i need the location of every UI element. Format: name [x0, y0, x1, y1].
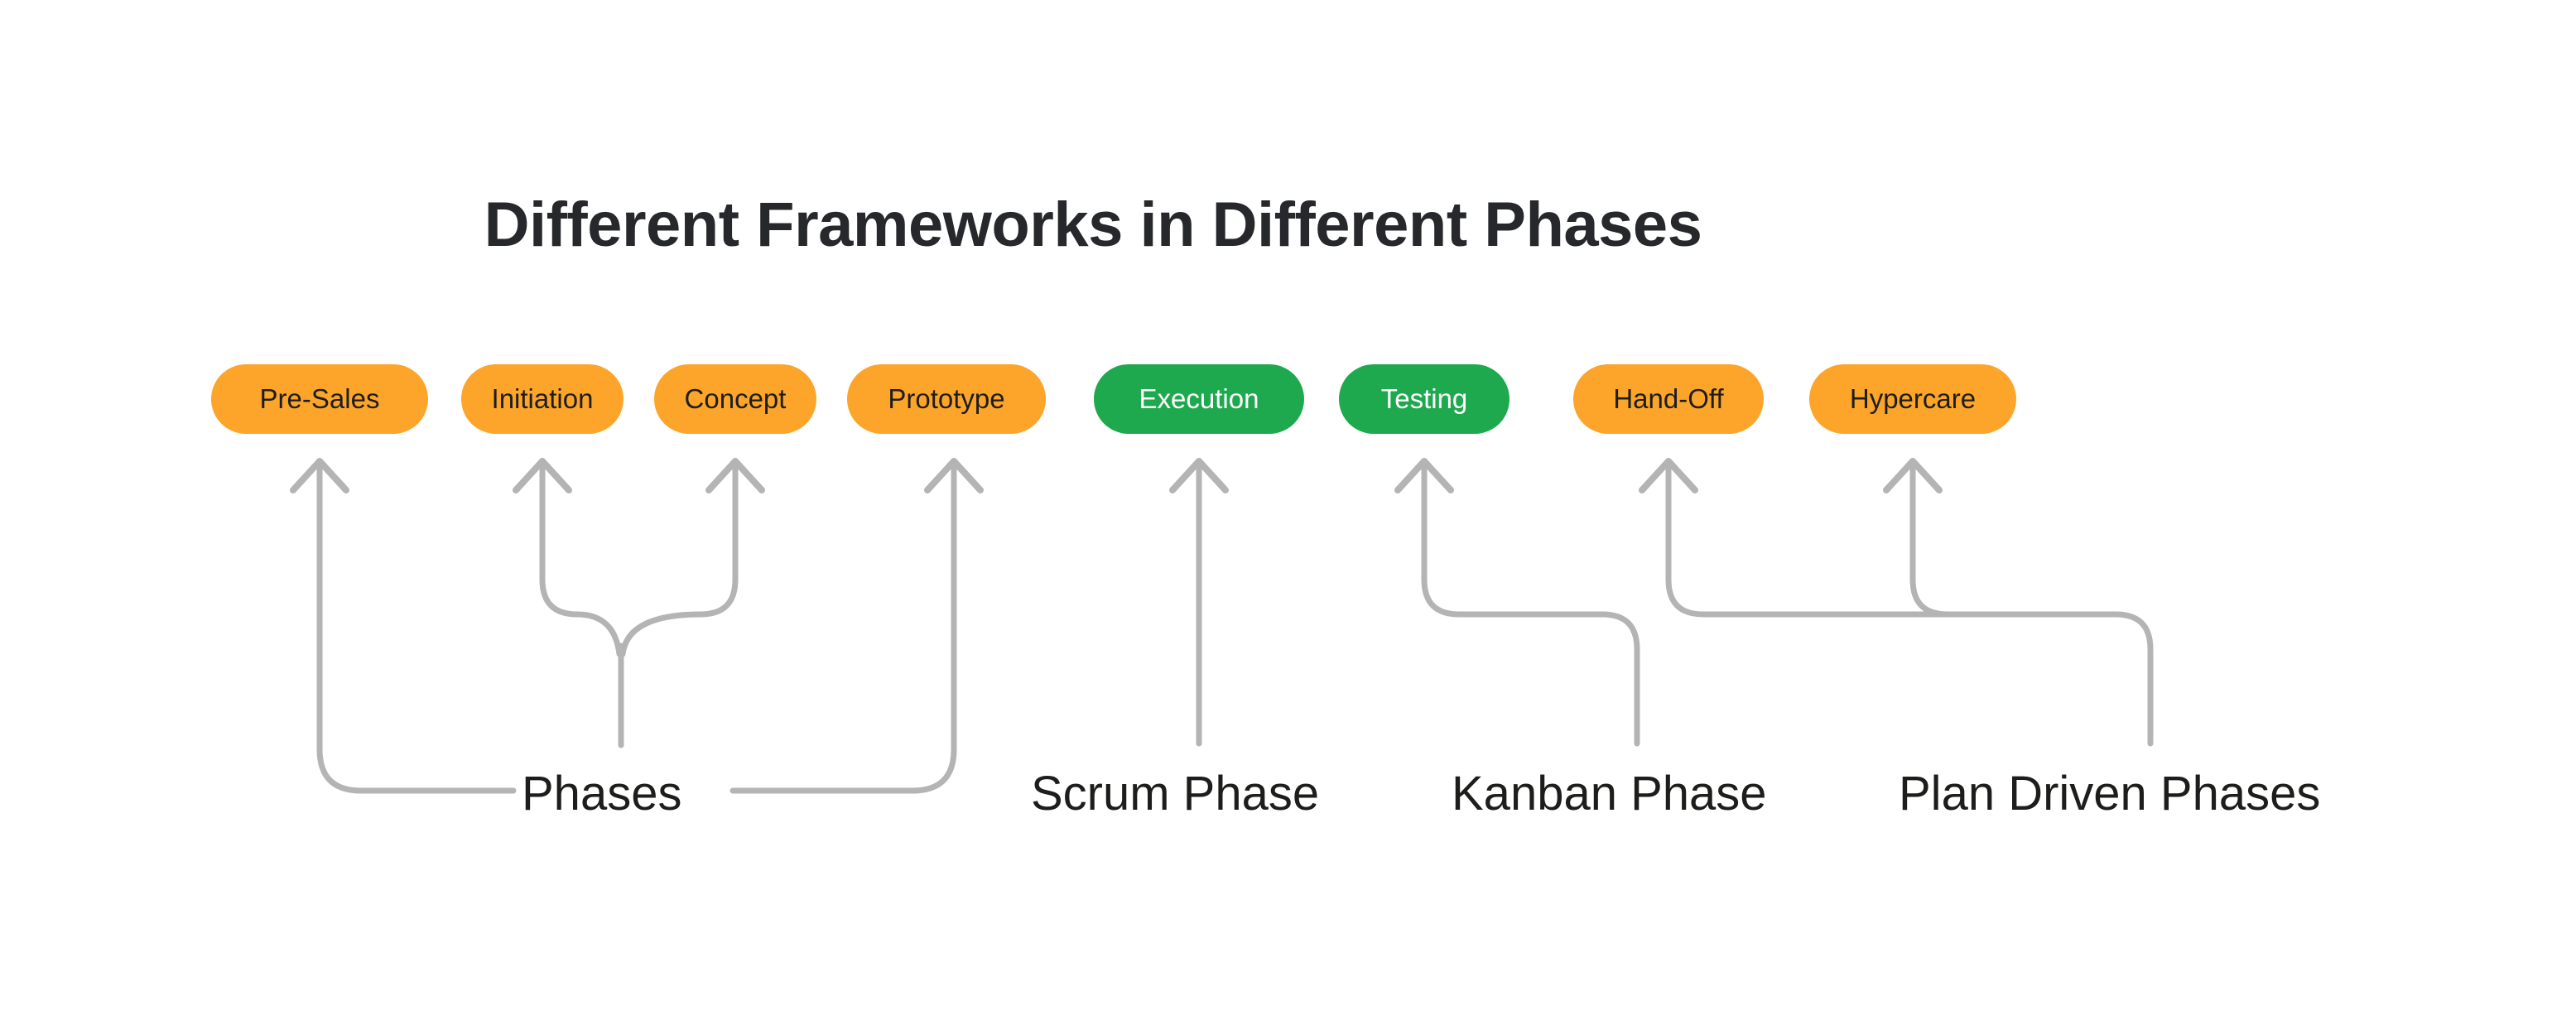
phase-node-label: Concept [684, 383, 787, 414]
page-title: Different Frameworks in Different Phases [484, 190, 1702, 260]
phase-node-hand-off[interactable]: Hand-Off [1573, 364, 1764, 434]
diagram-canvas: Different Frameworks in Different Phases… [0, 0, 2576, 1025]
connector-pre-sales [290, 458, 517, 794]
phase-node-execution[interactable]: Execution [1094, 364, 1304, 434]
phase-node-initiation[interactable]: Initiation [461, 364, 624, 434]
phase-node-prototype[interactable]: Prototype [847, 364, 1046, 434]
phase-node-label: Prototype [888, 383, 1005, 414]
connector-lines [290, 458, 2154, 794]
connector-concept [619, 458, 765, 657]
phase-node-label: Execution [1139, 383, 1259, 414]
group-label-kanban-phase: Kanban Phase [1452, 767, 1767, 820]
phase-node-label: Hypercare [1849, 383, 1977, 414]
connector-initiation [513, 458, 623, 657]
connector-testing [1394, 458, 1640, 747]
phase-node-label: Hand-Off [1613, 383, 1724, 414]
group-label-plan-driven-phases: Plan Driven Phases [1899, 767, 2321, 820]
phase-node-label: Testing [1380, 383, 1468, 414]
connector-prototype [729, 458, 984, 794]
connector-hand-off [1639, 458, 2119, 618]
phase-node-concept[interactable]: Concept [654, 364, 816, 434]
phase-node-hypercare[interactable]: Hypercare [1809, 364, 2016, 434]
group-label-phases: Phases [522, 767, 682, 820]
phase-node-testing[interactable]: Testing [1339, 364, 1509, 434]
phase-node-label: Initiation [491, 383, 594, 414]
phase-node-label: Pre-Sales [259, 383, 380, 414]
phase-node-pre-sales[interactable]: Pre-Sales [211, 364, 428, 434]
connector-hypercare [1883, 458, 2154, 747]
group-label-scrum-phase: Scrum Phase [1031, 767, 1320, 820]
connector-execution [1169, 458, 1229, 747]
